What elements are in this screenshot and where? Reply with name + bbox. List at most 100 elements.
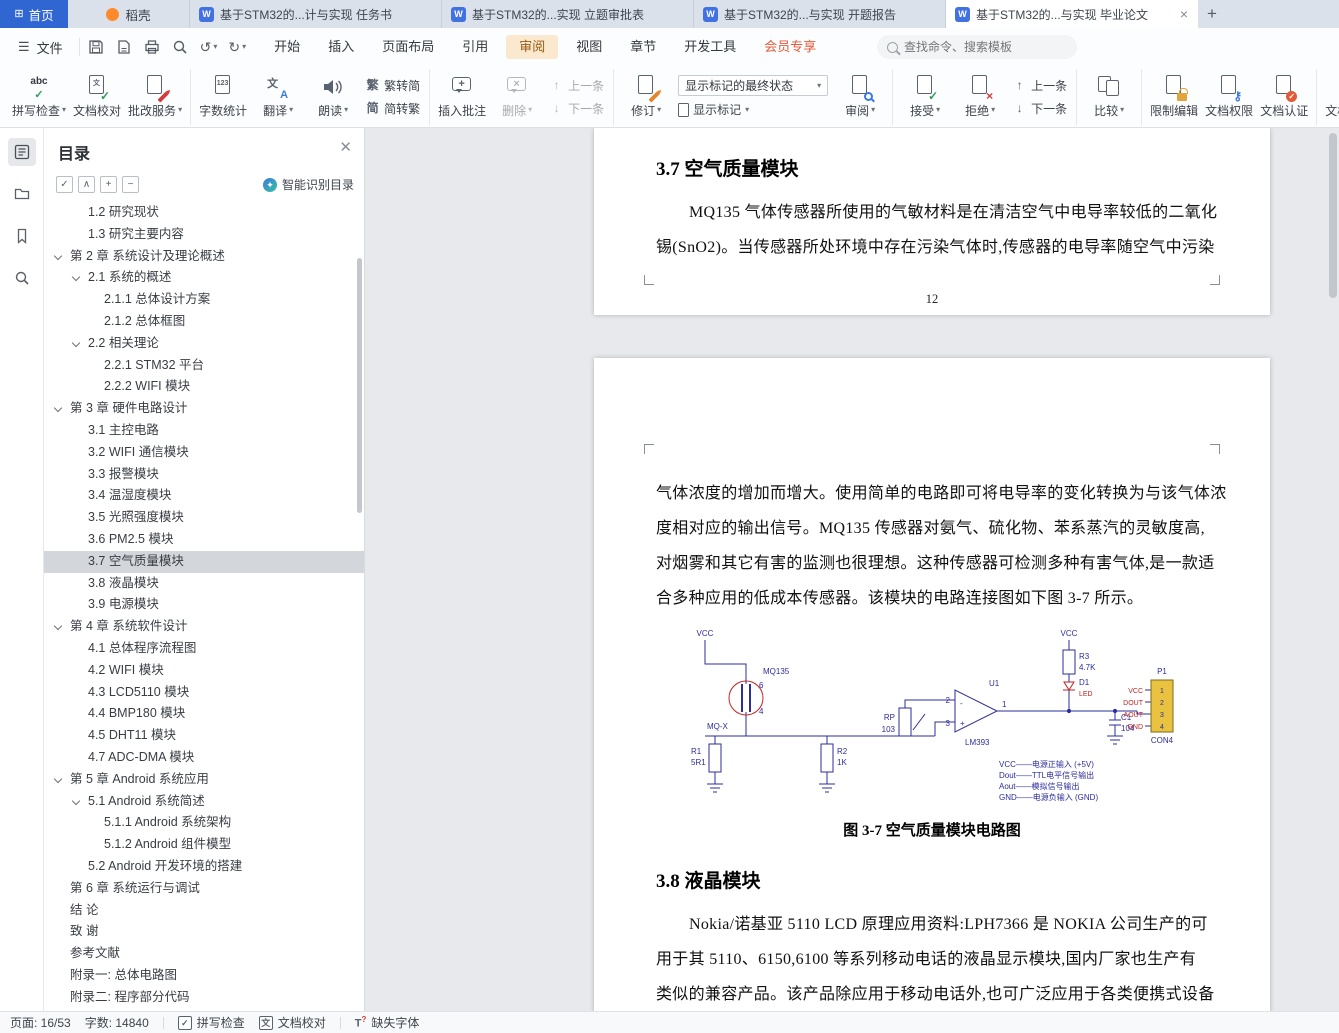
toc-item[interactable]: 4.4 BMP180 模块 [44, 703, 364, 725]
undo-button[interactable]: ↺ ▾ [200, 39, 218, 56]
toc-item[interactable]: 3.1 主控电路 [44, 420, 364, 442]
toc-item[interactable]: 致 谢 [44, 921, 364, 943]
toc-item[interactable]: 第 6 章 系统运行与调试 [44, 878, 364, 900]
chevron-down-icon[interactable] [71, 273, 81, 282]
toc-item[interactable]: 3.4 温湿度模块 [44, 485, 364, 507]
expand-all-icon[interactable]: + [100, 176, 117, 193]
search-input[interactable] [904, 40, 1064, 54]
compare-button[interactable]: 比较 ▾ [1082, 70, 1136, 124]
close-icon[interactable]: ✕ [339, 138, 352, 156]
file-menu-button[interactable]: ☰ 文件 [10, 38, 71, 57]
document-canvas[interactable]: 3.7 空气质量模块 MQ135 气体传感器所使用的气敏材料是在清洁空气中电导率… [365, 128, 1339, 1011]
delete-comment-button[interactable]: × 删除 ▾ [490, 70, 544, 124]
markup-state-select[interactable]: 显示标记的最终状态 ▾ [678, 75, 829, 96]
toc-item[interactable]: 参考文献 [44, 943, 364, 965]
document-tab[interactable]: W 基于STM32的...计与实现 任务书 × [190, 0, 442, 28]
toc-item[interactable]: 2.2.1 STM32 平台 [44, 355, 364, 377]
accept-button[interactable]: ✓ 接受 ▾ [898, 70, 952, 124]
new-tab-button[interactable]: + [1198, 0, 1226, 28]
ribbon-tab[interactable]: 页面布局 [368, 28, 448, 66]
toc-item[interactable]: 2.1 系统的概述 [44, 267, 364, 289]
document-tab[interactable]: W 基于STM32的...与实现 毕业论文 × [946, 0, 1198, 28]
next-comment-button[interactable]: ↓ 下一条 [549, 100, 605, 117]
toc-item[interactable]: 4.2 WIFI 模块 [44, 660, 364, 682]
ribbon-tab[interactable]: 引用 [448, 28, 502, 66]
document-page-13[interactable]: 气体浓度的增加而增大。使用简单的电路即可将电导率的变化转换为与该气体浓 度相对应的… [594, 358, 1270, 1011]
output-icon[interactable] [116, 39, 133, 56]
toc-item[interactable]: 第 3 章 硬件电路设计 [44, 398, 364, 420]
close-tab-icon[interactable]: × [1180, 6, 1188, 22]
chevron-down-icon[interactable] [71, 338, 81, 348]
word-count-button[interactable]: 123 字数统计 [196, 70, 250, 124]
toc-item[interactable]: 附录二: 程序部分代码 [44, 987, 364, 1009]
toc-item[interactable]: 4.3 LCD5110 模块 [44, 682, 364, 704]
toc-item[interactable]: 2.2 相关理论 [44, 333, 364, 355]
review-pane-button[interactable]: 审阅 ▾ [833, 70, 887, 124]
toc-item[interactable]: 5.1.1 Android 系统架构 [44, 812, 364, 834]
toc-item[interactable]: 第 2 章 系统设计及理论概述 [44, 246, 364, 268]
print-icon[interactable] [144, 39, 161, 56]
docer-tab[interactable]: 稻壳 [68, 0, 190, 28]
toc-item[interactable]: 4.7 ADC-DMA 模块 [44, 747, 364, 769]
chevron-down-icon[interactable] [53, 774, 63, 783]
toc-item[interactable]: 第 5 章 Android 系统应用 [44, 769, 364, 791]
grading-service-button[interactable]: 批改服务 ▾ [125, 70, 185, 124]
ribbon-tab[interactable]: 插入 [314, 28, 368, 66]
spell-check-status[interactable]: ✓ 拼写检查 [177, 1014, 245, 1031]
ribbon-tab[interactable]: 审阅 [506, 35, 559, 59]
track-changes-button[interactable]: 修订 ▾ [619, 70, 673, 124]
chevron-down-icon[interactable] [53, 621, 63, 631]
doc-proof-status[interactable]: 文 文档校对 [258, 1014, 326, 1031]
show-markup-button[interactable]: 显示标记 ▾ [678, 101, 828, 118]
print-preview-icon[interactable] [172, 39, 189, 56]
ribbon-tab[interactable]: 视图 [562, 28, 616, 66]
doc-certify-button[interactable]: ✓ 文档认证 [1257, 70, 1311, 124]
translate-button[interactable]: 文A 翻译 ▾ [251, 70, 305, 124]
chevron-down-icon[interactable] [53, 403, 63, 413]
document-scrollbar[interactable] [1329, 133, 1337, 298]
save-icon[interactable] [88, 39, 105, 56]
missing-font-status[interactable]: T? 缺失字体 [355, 1014, 420, 1031]
spell-check-button[interactable]: abc ✓ 拼写检查 ▾ [9, 70, 69, 124]
toc-item[interactable]: 附录一: 总体电路图 [44, 965, 364, 987]
command-search[interactable] [877, 35, 1077, 59]
doc-proof-button[interactable]: 文 ✓ 文档校对 [70, 70, 124, 124]
prev-change-button[interactable]: ↑ 上一条 [1012, 77, 1068, 94]
toc-item[interactable]: 4.1 总体程序流程图 [44, 638, 364, 660]
toc-item[interactable]: 5.1.2 Android 组件模型 [44, 834, 364, 856]
toc-item[interactable]: 结 论 [44, 900, 364, 922]
toc-item[interactable]: 3.7 空气质量模块 [44, 550, 364, 573]
outline-panel-button[interactable] [7, 138, 36, 166]
chevron-down-icon[interactable] [53, 251, 63, 260]
document-tab[interactable]: W 基于STM32的...实现 立题审批表 × [442, 0, 694, 28]
reject-button[interactable]: × 拒绝 ▾ [953, 70, 1007, 124]
select-levels-icon[interactable]: ✓ [56, 176, 73, 193]
toc-item[interactable]: 3.3 报警模块 [44, 464, 364, 486]
search-panel-button[interactable] [8, 264, 36, 292]
bookmark-panel-button[interactable] [8, 222, 36, 250]
smart-toc-button[interactable]: ✦ 智能识别目录 [262, 176, 354, 193]
toc-item[interactable]: 1.2 研究现状 [44, 202, 364, 224]
document-page-12[interactable]: 3.7 空气质量模块 MQ135 气体传感器所使用的气敏材料是在清洁空气中电导率… [594, 128, 1270, 315]
toc-item[interactable]: 3.9 电源模块 [44, 594, 364, 616]
toc-item[interactable]: 2.1.1 总体设计方案 [44, 289, 364, 311]
toc-item[interactable]: 第 4 章 系统软件设计 [44, 616, 364, 638]
redo-button[interactable]: ↻ ▾ [228, 39, 246, 56]
ribbon-tab[interactable]: 章节 [616, 28, 670, 66]
toc-item[interactable]: 1.3 研究主要内容 [44, 224, 364, 246]
document-tab[interactable]: W 基于STM32的...与实现 开题报告 × [694, 0, 946, 28]
toc-item[interactable]: 5.1 Android 系统简述 [44, 791, 364, 813]
collapse-all-icon[interactable]: − [122, 176, 139, 193]
ribbon-tab[interactable]: 会员专享 [750, 28, 830, 66]
trad-to-simp-button[interactable]: 繁 繁转简 [365, 77, 421, 94]
toc-item[interactable]: 2.2.2 WIFI 模块 [44, 376, 364, 398]
doc-permission-button[interactable]: ⚷ 文档权限 [1202, 70, 1256, 124]
home-tab[interactable]: ⊞ 首页 [0, 0, 68, 28]
collapse-branch-icon[interactable]: ∧ [78, 176, 95, 193]
next-change-button[interactable]: ↓ 下一条 [1012, 100, 1068, 117]
toc-item[interactable]: 3.2 WIFI 通信模块 [44, 442, 364, 464]
toc-item[interactable]: 2.1.2 总体框图 [44, 311, 364, 333]
toc-item[interactable]: 4.5 DHT11 模块 [44, 725, 364, 747]
toc-scrollbar[interactable] [357, 258, 362, 513]
tags-panel-button[interactable] [8, 180, 36, 208]
